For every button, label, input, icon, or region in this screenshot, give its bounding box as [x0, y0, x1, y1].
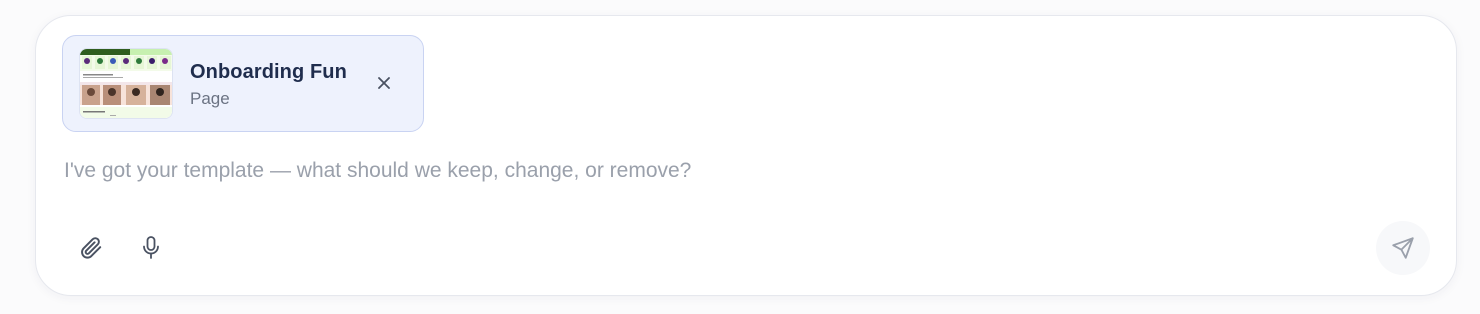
message-input[interactable]	[64, 154, 1364, 188]
attachment-type: Page	[190, 89, 230, 108]
microphone-icon	[143, 236, 159, 259]
remove-attachment-button[interactable]	[371, 70, 397, 96]
attachment-chip[interactable]: Onboarding Fun Page	[62, 35, 424, 132]
attachment-title: Onboarding Fun	[190, 61, 347, 83]
send-icon	[1392, 237, 1414, 259]
send-button[interactable]	[1376, 221, 1430, 275]
voice-input-button[interactable]	[131, 228, 171, 268]
thumbnail-image	[80, 49, 172, 118]
page-preview-thumbnail	[79, 48, 173, 119]
chat-composer: Onboarding Fun Page	[35, 15, 1457, 296]
close-icon	[378, 77, 390, 89]
attach-file-button[interactable]	[71, 228, 111, 268]
paperclip-icon	[81, 237, 102, 259]
